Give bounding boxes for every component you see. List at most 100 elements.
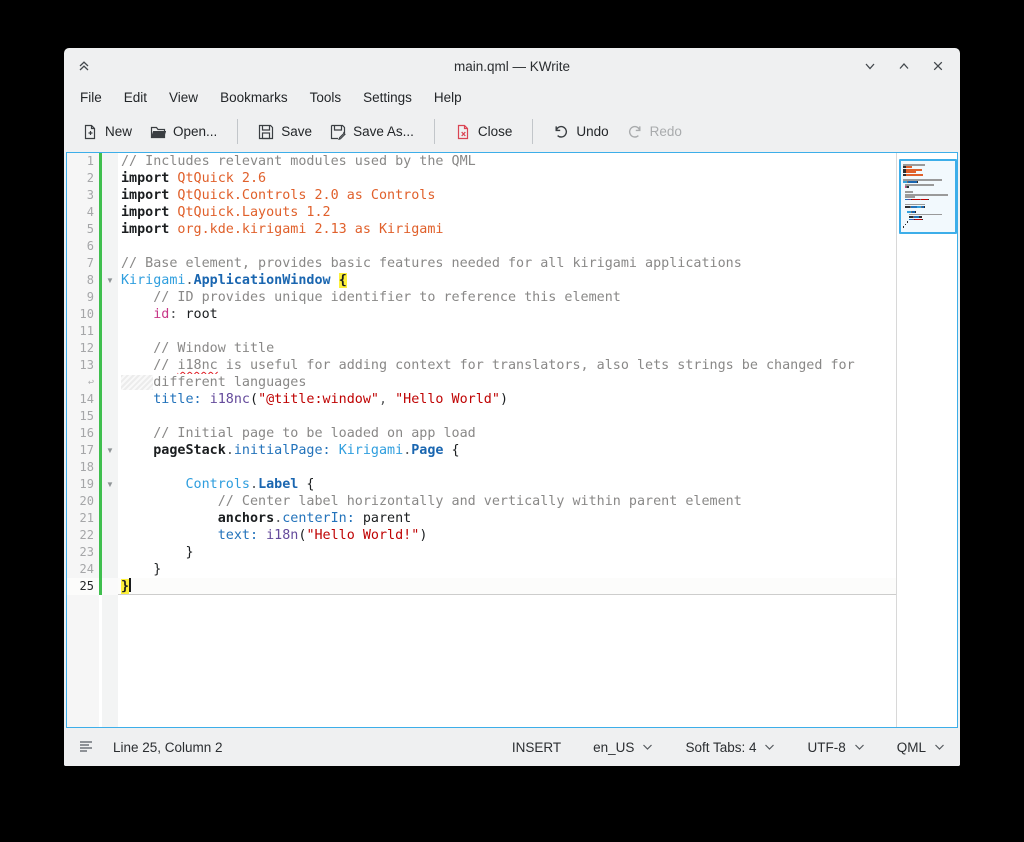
open-button[interactable]: Open...	[141, 118, 226, 146]
line-number: 24	[67, 561, 99, 578]
code-line[interactable]: 23 }	[67, 544, 896, 561]
empty-text	[118, 595, 896, 727]
dictionary-label: en_US	[593, 740, 634, 755]
line-number: 15	[67, 408, 99, 425]
fold-column	[102, 255, 118, 272]
code-line[interactable]: 12 // Window title	[67, 340, 896, 357]
code-text: }	[118, 544, 896, 561]
encoding-select[interactable]: UTF-8	[807, 740, 864, 755]
code-line[interactable]: 13 // i18nc is useful for adding context…	[67, 357, 896, 374]
close-document-label: Close	[478, 124, 513, 139]
code-line[interactable]: 15	[67, 408, 896, 425]
code-line[interactable]: 3import QtQuick.Controls 2.0 as Controls	[67, 187, 896, 204]
new-document-icon	[82, 124, 98, 140]
toolbar: New Open... Save Save As... Close Undo R…	[64, 111, 960, 152]
close-document-button[interactable]: Close	[446, 118, 522, 146]
desktop: { "window": { "title": "main.qml — KWrit…	[0, 0, 1024, 842]
code-line[interactable]: 2import QtQuick 2.6	[67, 170, 896, 187]
syntax-mode-select[interactable]: QML	[897, 740, 945, 755]
maximize-button[interactable]	[897, 59, 911, 73]
encoding-label: UTF-8	[807, 740, 845, 755]
redo-icon	[627, 124, 643, 140]
code-line[interactable]: 7// Base element, provides basic feature…	[67, 255, 896, 272]
line-number: 2	[67, 170, 99, 187]
code-text: }	[118, 561, 896, 578]
titlebar[interactable]: main.qml — KWrite	[64, 48, 960, 84]
close-button[interactable]	[931, 59, 945, 73]
fold-column	[102, 544, 118, 561]
code-line[interactable]: 5import org.kde.kirigami 2.13 as Kirigam…	[67, 221, 896, 238]
line-number: 13	[67, 357, 99, 374]
fold-arrow-icon[interactable]: ▼	[102, 272, 118, 289]
line-number: 22	[67, 527, 99, 544]
tab-mode-select[interactable]: Soft Tabs: 4	[685, 740, 775, 755]
new-button[interactable]: New	[73, 118, 141, 146]
kwrite-window: main.qml — KWrite File Edit View Bookmar…	[64, 48, 960, 766]
code-line[interactable]: 17▼ pageStack.initialPage: Kirigami.Page…	[67, 442, 896, 459]
save-button[interactable]: Save	[249, 118, 321, 146]
code-line[interactable]: 21 anchors.centerIn: parent	[67, 510, 896, 527]
menubar: File Edit View Bookmarks Tools Settings …	[64, 84, 960, 111]
fold-arrow-icon[interactable]: ▼	[102, 476, 118, 493]
redo-button-label: Redo	[650, 124, 682, 139]
save-as-button-label: Save As...	[353, 124, 414, 139]
chevron-down-icon	[934, 743, 945, 751]
shade-window-button[interactable]	[77, 59, 91, 73]
code-text: // Window title	[118, 340, 896, 357]
code-pane[interactable]: 1// Includes relevant modules used by th…	[67, 153, 896, 727]
line-settings-icon[interactable]	[79, 740, 96, 754]
code-line[interactable]: 8▼Kirigami.ApplicationWindow {	[67, 272, 896, 289]
code-line[interactable]: 11	[67, 323, 896, 340]
dictionary-select[interactable]: en_US	[593, 740, 653, 755]
code-line[interactable]: 22 text: i18n("Hello World!")	[67, 527, 896, 544]
minimap-viewport[interactable]	[899, 159, 957, 234]
code-line[interactable]: 1// Includes relevant modules used by th…	[67, 153, 896, 170]
code-text: different languages	[118, 374, 896, 391]
code-line[interactable]: ↩ different languages	[67, 374, 896, 391]
line-number: 6	[67, 238, 99, 255]
menu-edit[interactable]: Edit	[113, 86, 158, 109]
wrap-indicator: ↩	[67, 374, 99, 391]
undo-button[interactable]: Undo	[544, 118, 617, 146]
code-line[interactable]: 18	[67, 459, 896, 476]
code-line[interactable]: 9 // ID provides unique identifier to re…	[67, 289, 896, 306]
menu-file[interactable]: File	[69, 86, 113, 109]
input-mode[interactable]: INSERT	[512, 740, 561, 755]
redo-button: Redo	[618, 118, 691, 146]
line-number: 8	[67, 272, 99, 289]
code-line[interactable]: 16 // Initial page to be loaded on app l…	[67, 425, 896, 442]
menu-help[interactable]: Help	[423, 86, 473, 109]
code-text: // ID provides unique identifier to refe…	[118, 289, 896, 306]
code-line[interactable]: 6	[67, 238, 896, 255]
code-line[interactable]: 20 // Center label horizontally and vert…	[67, 493, 896, 510]
code-text: }	[118, 578, 896, 595]
new-button-label: New	[105, 124, 132, 139]
code-line[interactable]: 14 title: i18nc("@title:window", "Hello …	[67, 391, 896, 408]
menu-view[interactable]: View	[158, 86, 209, 109]
code-text: anchors.centerIn: parent	[118, 510, 896, 527]
line-number: 20	[67, 493, 99, 510]
code-text: id: root	[118, 306, 896, 323]
minimap-scrollbar[interactable]	[896, 153, 957, 727]
cursor-position[interactable]: Line 25, Column 2	[113, 740, 223, 755]
editor-empty-area[interactable]	[67, 595, 896, 727]
code-line[interactable]: 24 }	[67, 561, 896, 578]
code-line[interactable]: 10 id: root	[67, 306, 896, 323]
fold-arrow-icon[interactable]: ▼	[102, 442, 118, 459]
minimize-button[interactable]	[863, 59, 877, 73]
line-number: 4	[67, 204, 99, 221]
code-line[interactable]: 25}	[67, 578, 896, 595]
chevron-down-icon	[764, 743, 775, 751]
line-number: 25	[67, 578, 99, 595]
code-text: import org.kde.kirigami 2.13 as Kirigami	[118, 221, 896, 238]
fold-column	[102, 357, 118, 374]
undo-icon	[553, 124, 569, 140]
menu-settings[interactable]: Settings	[352, 86, 423, 109]
save-as-button[interactable]: Save As...	[321, 118, 423, 146]
menu-bookmarks[interactable]: Bookmarks	[209, 86, 299, 109]
chevron-down-icon	[854, 743, 865, 751]
fold-column	[102, 510, 118, 527]
code-line[interactable]: 4import QtQuick.Layouts 1.2	[67, 204, 896, 221]
code-line[interactable]: 19▼ Controls.Label {	[67, 476, 896, 493]
menu-tools[interactable]: Tools	[299, 86, 353, 109]
